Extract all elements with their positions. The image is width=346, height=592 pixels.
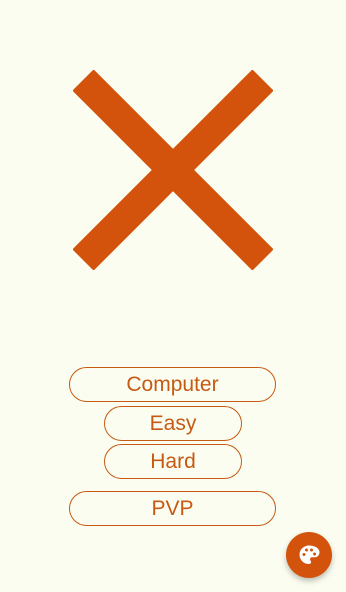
- hard-difficulty-button[interactable]: Hard: [104, 444, 242, 479]
- x-mark-icon: [73, 70, 273, 270]
- palette-icon: [298, 544, 320, 566]
- computer-mode-button[interactable]: Computer: [69, 367, 276, 402]
- pvp-mode-button[interactable]: PVP: [69, 491, 276, 526]
- easy-difficulty-button[interactable]: Easy: [104, 406, 242, 441]
- theme-palette-button[interactable]: [286, 532, 332, 578]
